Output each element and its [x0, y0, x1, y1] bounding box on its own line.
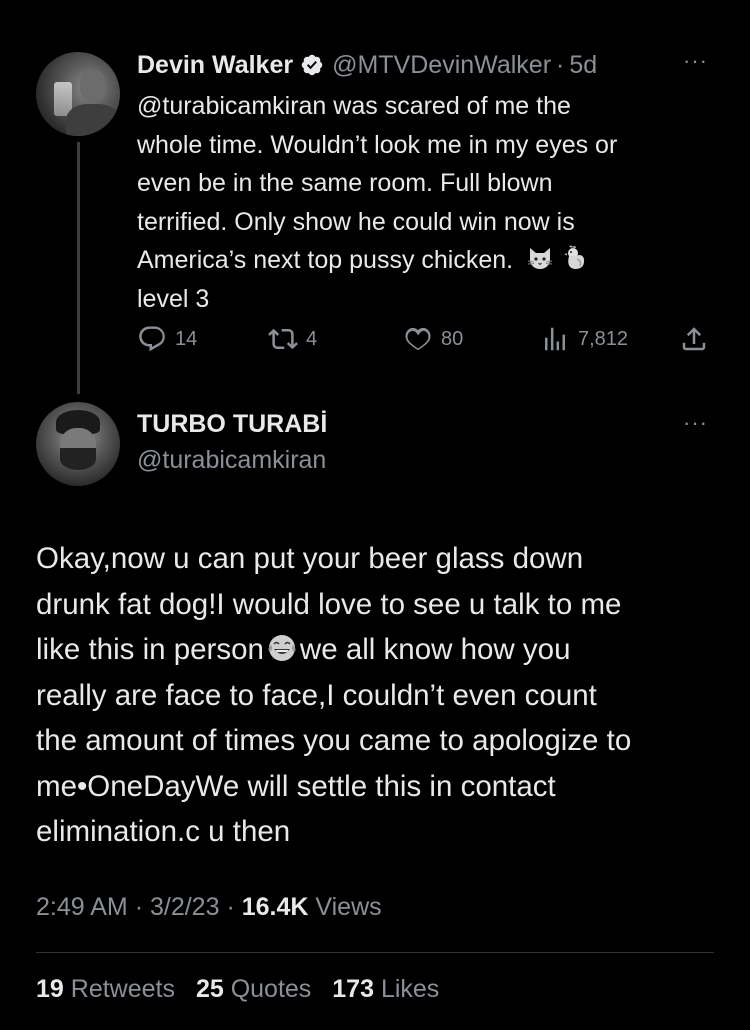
text-line: even be in the same room. Full blown: [137, 169, 553, 197]
avatar-beard-shape: [60, 448, 96, 470]
author-handle[interactable]: @MTVDevinWalker: [332, 51, 551, 80]
avatar-body-shape: [66, 104, 120, 136]
parent-tweet[interactable]: Devin Walker @MTVDevinWalker · 5d ··· @t…: [0, 0, 750, 394]
views-count: 16.4K: [241, 893, 309, 921]
likes-count: 173: [332, 975, 374, 1003]
text-line: like this in person: [36, 633, 264, 666]
retweets-label: Retweets: [70, 975, 175, 1003]
text-line: the amount of times you came to apologiz…: [36, 724, 632, 757]
reply-icon: [139, 326, 165, 352]
text-line: me•OneDayWe will settle this in contact: [36, 769, 556, 803]
text-line: Okay,now u can put your beer glass down: [36, 542, 584, 575]
views-bar-chart-icon: [545, 327, 565, 351]
more-options-icon[interactable]: ···: [683, 410, 708, 436]
text-line: whole time. Wouldn’t look me in my eyes …: [137, 130, 618, 159]
tweet-meta: 2:49 AM · 3/2/23 · 16.4K Views: [36, 893, 382, 921]
text-line: America’s next top pussy chicken.: [137, 246, 514, 274]
tweet-stats: 19 Retweets 25 Quotes 173 Likes: [36, 975, 439, 1004]
share-icon: [682, 327, 706, 351]
tweet-age[interactable]: 5d: [569, 51, 597, 80]
quotes-count: 25: [195, 975, 224, 1003]
tweet-thread-view: Devin Walker @MTVDevinWalker · 5d ··· @t…: [0, 0, 750, 1030]
header-separator: ·: [556, 50, 565, 79]
views-button[interactable]: 7,812: [540, 324, 628, 354]
text-line: was scared of me the: [326, 92, 571, 120]
quotes-stat[interactable]: 25 Quotes: [196, 975, 311, 1003]
retweets-count: 19: [36, 975, 64, 1003]
views-label: Views: [315, 893, 382, 921]
tweet-time[interactable]: 2:49 AM: [36, 893, 128, 921]
author-handle[interactable]: @turabicamkiran: [137, 446, 326, 475]
cat-face-icon: [527, 248, 553, 269]
text-line: level 3: [137, 284, 210, 313]
likes-label: Likes: [380, 975, 440, 1003]
main-tweet-text: Okay,now u can put your beer glass down …: [36, 536, 726, 855]
parent-tweet-header: Devin Walker @MTVDevinWalker · 5d: [137, 48, 727, 82]
chicken-icon: [564, 245, 585, 269]
share-button[interactable]: [679, 324, 717, 354]
quotes-label: Quotes: [230, 975, 312, 1003]
text-line: really are face to face,I couldn’t even …: [36, 678, 597, 712]
text-line: terrified. Only show he could win now is: [137, 207, 575, 236]
author-name[interactable]: Devin Walker: [137, 51, 293, 80]
text-line: we all know how you: [299, 633, 571, 666]
avatar[interactable]: [36, 402, 120, 486]
like-count: 80: [441, 327, 464, 350]
avatar[interactable]: [36, 52, 120, 136]
reply-count: 14: [175, 327, 198, 350]
tears-of-joy-icon: [268, 635, 296, 661]
views-count: 7,812: [578, 327, 629, 350]
mention-link[interactable]: @turabicamkiran: [137, 92, 326, 120]
retweet-icon: [268, 328, 298, 350]
verified-badge-icon: [301, 54, 323, 76]
tweet-date[interactable]: 3/2/23: [150, 893, 220, 921]
retweet-button[interactable]: 4: [268, 324, 317, 354]
avatar-head-shape: [80, 70, 106, 102]
divider: [36, 952, 714, 953]
retweets-stat[interactable]: 19 Retweets: [36, 975, 175, 1003]
heart-icon: [405, 327, 431, 351]
author-name[interactable]: TURBO TURABİ: [137, 410, 327, 439]
retweet-count: 4: [306, 327, 318, 350]
like-button[interactable]: 80: [403, 324, 463, 354]
reply-button[interactable]: 14: [137, 324, 197, 354]
more-options-icon[interactable]: ···: [683, 48, 708, 74]
text-line: elimination.c u then: [36, 815, 291, 848]
parent-tweet-actions: 14 4 80 7,812: [137, 324, 717, 358]
thread-connector-line: [77, 142, 80, 394]
parent-tweet-text: @turabicamkiran was scared of me the who…: [137, 87, 717, 318]
text-line: drunk fat dog!I would love to see u talk…: [36, 587, 622, 621]
likes-stat[interactable]: 173 Likes: [332, 975, 439, 1003]
